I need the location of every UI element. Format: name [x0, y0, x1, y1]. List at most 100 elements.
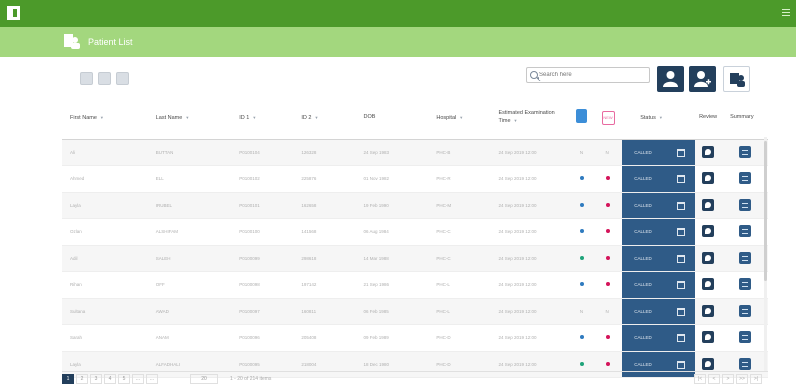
- print-icon[interactable]: [98, 72, 111, 85]
- cell-dob: 19 Feb 1990: [355, 192, 429, 219]
- export-icon[interactable]: [116, 72, 129, 85]
- calendar-icon[interactable]: [677, 281, 686, 289]
- table-row[interactable]: Ahmed ELL P0100102 225876 01 Nov 1982 PHC-R 24…: [62, 165, 768, 193]
- cell-status[interactable]: CALLED: [622, 324, 696, 352]
- cell-hospital: PHC-M: [428, 192, 491, 219]
- page-nav-button[interactable]: >: [722, 374, 734, 384]
- table-scrollbar[interactable]: [764, 137, 767, 371]
- review-icon[interactable]: [702, 172, 715, 185]
- users-button[interactable]: [723, 66, 750, 92]
- page-button[interactable]: ...: [146, 374, 158, 384]
- column-header-hospital[interactable]: Hospital ▼: [428, 97, 491, 140]
- table-row[interactable]: Rihan OFF P0100098 197142 21 Sep 1986 PHC-L 24…: [62, 271, 768, 299]
- page-button[interactable]: 3: [90, 374, 102, 384]
- menu-icon[interactable]: [782, 9, 790, 17]
- table-row[interactable]: Ozlan ALSHIFAM P0100100 141568 06 Aug 1984 PH…: [62, 218, 768, 246]
- table-row[interactable]: Sultana AWAD P0100097 160811 06 Feb 1985 PHC-…: [62, 298, 768, 325]
- status-dot: [605, 335, 610, 340]
- table-row[interactable]: Layla IRUBEL P0100101 162658 19 Feb 1990 PHC-…: [62, 192, 768, 219]
- cell-exam-time: 24 Sep 2019 12:00: [490, 245, 571, 272]
- grid-icon[interactable]: [80, 72, 93, 85]
- cell-id2: 126328: [293, 139, 356, 166]
- page-button[interactable]: 1: [62, 374, 74, 384]
- summary-icon[interactable]: [739, 251, 752, 264]
- cell-dob: 21 Sep 1986: [355, 271, 429, 299]
- summary-icon[interactable]: [739, 198, 752, 211]
- scrollbar-thumb[interactable]: [764, 141, 767, 281]
- summary-icon[interactable]: [739, 331, 752, 344]
- cell-hospital: PHC-C: [428, 245, 491, 272]
- column-header-review: Review: [695, 97, 726, 140]
- review-icon[interactable]: [702, 304, 715, 317]
- cell-status[interactable]: CALLED: [622, 165, 696, 193]
- page-nav-button[interactable]: >|: [750, 374, 762, 384]
- review-icon[interactable]: [702, 225, 715, 238]
- column-header-flag1[interactable]: [570, 97, 597, 140]
- column-header-last-name[interactable]: Last Name ▼: [147, 97, 232, 140]
- cell-flag2: N: [596, 139, 623, 166]
- cell-summary: [725, 324, 768, 352]
- flag-text: N: [605, 308, 609, 314]
- column-header-exam-time[interactable]: Estimated Examination Time ▼: [490, 97, 571, 140]
- review-icon[interactable]: [702, 331, 715, 344]
- cell-status[interactable]: CALLED: [622, 192, 696, 219]
- cell-status[interactable]: CALLED: [622, 298, 696, 325]
- cell-hospital: PHC-C: [428, 218, 491, 246]
- calendar-icon[interactable]: [677, 254, 686, 263]
- calendar-icon[interactable]: [677, 201, 686, 210]
- add-user-button[interactable]: [689, 66, 716, 92]
- user-button[interactable]: [657, 66, 684, 92]
- page-button[interactable]: 2: [76, 374, 88, 384]
- calendar-icon[interactable]: [677, 175, 686, 183]
- summary-icon[interactable]: [739, 357, 752, 370]
- page-nav-button[interactable]: >>: [736, 374, 748, 384]
- per-page-select[interactable]: 20: [190, 374, 218, 384]
- table-row[interactable]: Adil SALEH P0100099 298618 14 Mar 1988 PHC-C 2…: [62, 245, 768, 272]
- table-row[interactable]: Ali BUTTAN P0100104 126328 24 Sep 1983 PHC-B 2…: [62, 139, 768, 166]
- column-header-status[interactable]: Status ▼: [622, 97, 696, 140]
- cell-flag1: [570, 271, 597, 299]
- column-header-first-name[interactable]: First Name ▼: [62, 97, 148, 140]
- search-input[interactable]: [539, 70, 647, 80]
- cell-status[interactable]: CALLED: [622, 245, 696, 272]
- summary-icon[interactable]: [739, 304, 752, 317]
- review-icon[interactable]: [702, 278, 715, 291]
- calendar-icon[interactable]: [677, 148, 686, 157]
- summary-icon[interactable]: [739, 172, 752, 185]
- review-icon[interactable]: [702, 198, 715, 211]
- page-nav-button[interactable]: <: [708, 374, 720, 384]
- cell-review: [695, 245, 726, 272]
- page-button[interactable]: 4: [104, 374, 116, 384]
- calendar-icon[interactable]: [677, 334, 686, 342]
- cell-flag1: [570, 192, 597, 219]
- review-icon[interactable]: [702, 251, 715, 264]
- summary-icon[interactable]: [739, 278, 752, 291]
- page-button[interactable]: ...: [132, 374, 144, 384]
- cell-id1: P0100097: [231, 298, 294, 325]
- app-logo-icon[interactable]: [7, 6, 20, 20]
- review-icon[interactable]: [702, 145, 715, 158]
- summary-icon[interactable]: [739, 225, 752, 238]
- cell-id2: 162658: [293, 192, 356, 219]
- calendar-icon[interactable]: [677, 360, 686, 369]
- page-list: 1 2 3 4 5......: [62, 374, 158, 384]
- page-button[interactable]: 5: [118, 374, 130, 384]
- review-icon[interactable]: [702, 357, 715, 370]
- cell-status[interactable]: CALLED: [622, 271, 696, 299]
- status-dot: [579, 255, 584, 260]
- page-nav-button[interactable]: |<: [694, 374, 706, 384]
- column-header-dob[interactable]: DOB: [355, 97, 429, 140]
- calendar-icon[interactable]: [677, 307, 686, 316]
- column-header-id1[interactable]: ID 1 ▼: [231, 97, 294, 140]
- calendar-icon[interactable]: [677, 228, 686, 236]
- status-dot: [579, 176, 584, 181]
- cell-review: [695, 192, 726, 219]
- table-row[interactable]: Sarah ANAM P0100096 205408 09 Feb 1989 PHC-D 2…: [62, 324, 768, 352]
- cell-status[interactable]: CALLED: [622, 218, 696, 246]
- column-header-flag2[interactable]: NEW: [596, 97, 623, 140]
- search-box[interactable]: [526, 67, 650, 83]
- cell-status[interactable]: CALLED: [622, 139, 696, 166]
- cell-summary: [725, 165, 768, 193]
- summary-icon[interactable]: [739, 145, 752, 158]
- column-header-id2[interactable]: ID 2 ▼: [293, 97, 356, 140]
